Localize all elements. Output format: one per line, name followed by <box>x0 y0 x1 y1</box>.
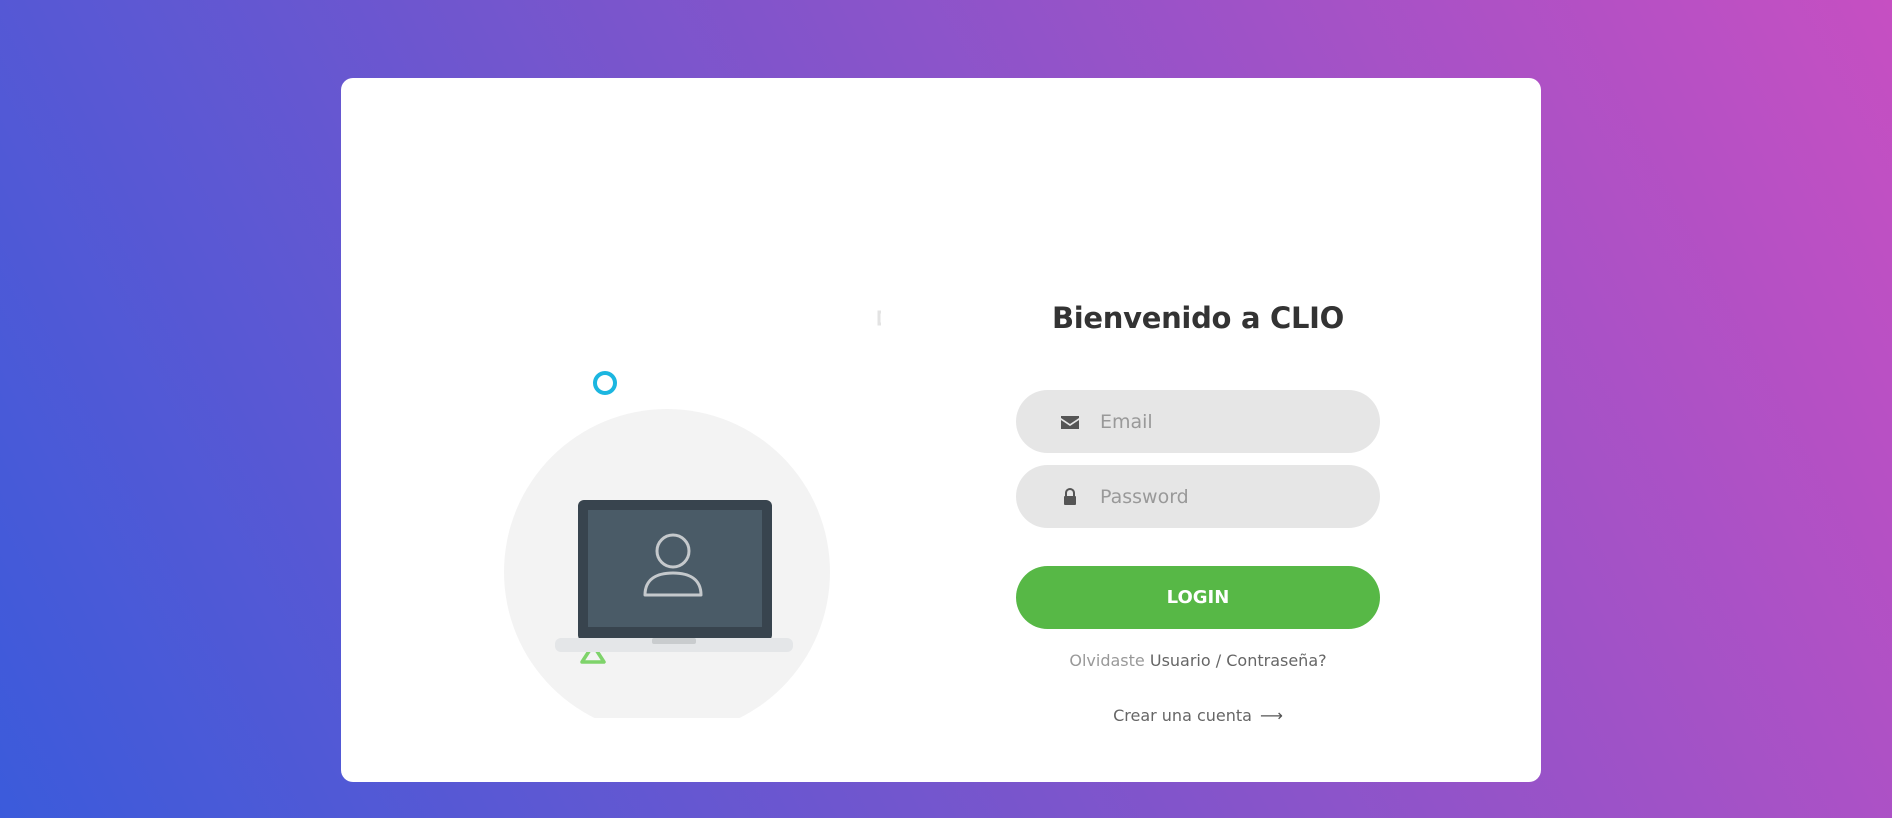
create-account-label: Crear una cuenta <box>1113 706 1252 725</box>
lock-icon <box>1060 487 1080 507</box>
laptop-user-illustration <box>504 310 881 718</box>
illustration <box>461 298 881 718</box>
login-button[interactable]: LOGIN <box>1016 566 1380 629</box>
email-input[interactable] <box>1100 390 1360 453</box>
email-field-wrapper <box>1016 390 1380 453</box>
password-input[interactable] <box>1100 465 1360 528</box>
password-field-wrapper <box>1016 465 1380 528</box>
forgot-password-link[interactable]: Contraseña? <box>1226 651 1326 670</box>
laptop-notch <box>652 638 696 644</box>
forgot-prefix: Olvidaste <box>1069 651 1145 670</box>
create-account-link[interactable]: Crear una cuenta ⟶ <box>1113 706 1283 725</box>
login-card: Bienvenido a CLIO LOGIN Olvidaste <box>341 78 1541 782</box>
page-title: Bienvenido a CLIO <box>1051 301 1345 335</box>
forgot-credentials: Olvidaste Usuario / Contraseña? <box>1016 651 1380 671</box>
envelope-icon <box>1060 412 1080 432</box>
forgot-user-link[interactable]: Usuario <box>1150 651 1211 670</box>
arrow-right-icon: ⟶ <box>1259 706 1283 725</box>
forgot-separator: / <box>1210 651 1227 670</box>
laptop-screen <box>588 510 762 627</box>
deco-circle-large <box>593 371 617 395</box>
deco-square <box>877 310 881 326</box>
login-form: Bienvenido a CLIO LOGIN Olvidaste <box>1016 298 1380 726</box>
create-account: Crear una cuenta ⟶ <box>1016 706 1380 726</box>
